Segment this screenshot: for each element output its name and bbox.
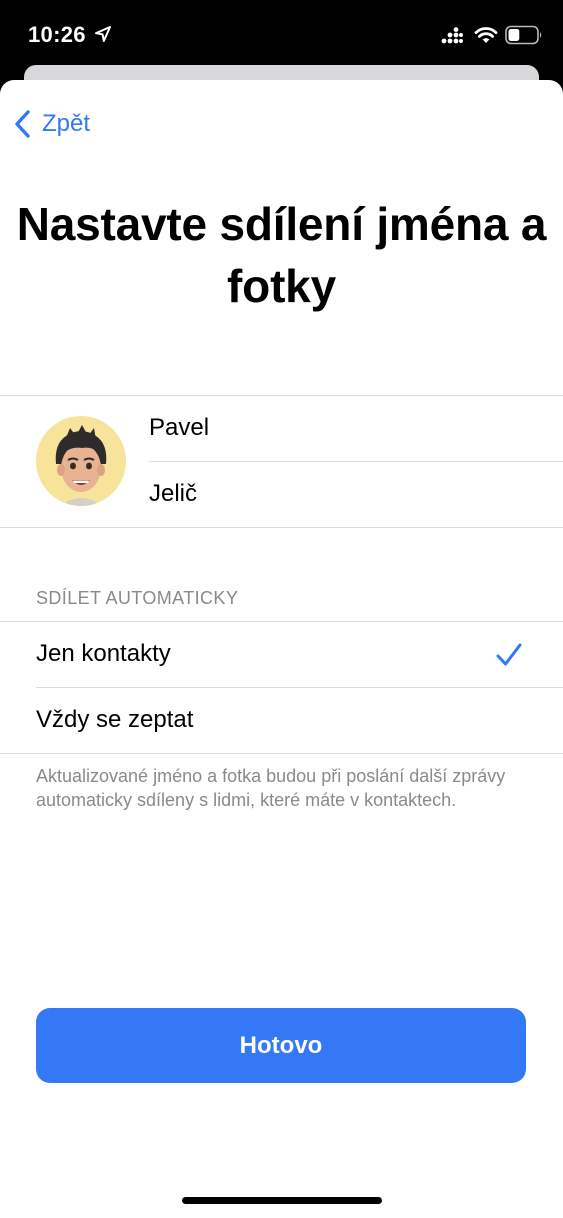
- option-always-ask[interactable]: Vždy se zeptat: [0, 688, 563, 752]
- status-time: 10:26: [28, 22, 86, 47]
- modal-sheet: Zpět Nastavte sdílení jména a fotky Pave…: [0, 80, 563, 1218]
- checkmark-icon: [496, 643, 522, 666]
- divider: [0, 527, 563, 528]
- first-name-field[interactable]: Pavel: [149, 413, 549, 443]
- option-label: Vždy se zeptat: [36, 706, 194, 733]
- signal-icon: [441, 27, 463, 44]
- back-button-label: Zpět: [42, 110, 91, 137]
- section-footer-note: Aktualizované jméno a fotka budou při po…: [36, 766, 506, 810]
- divider: [0, 395, 563, 396]
- memoji-avatar-icon: [55, 425, 107, 506]
- divider: [0, 753, 563, 754]
- done-button[interactable]: Hotovo: [36, 1008, 526, 1083]
- option-contacts-only[interactable]: Jen kontakty: [0, 622, 563, 686]
- location-arrow-icon: [95, 26, 111, 42]
- option-label: Jen kontakty: [36, 640, 171, 667]
- wifi-icon: [474, 27, 498, 43]
- divider: [149, 461, 563, 462]
- section-header: SDÍLET AUTOMATICKY: [36, 588, 239, 608]
- page-title: Nastavte sdílení jména a fotky: [16, 198, 547, 312]
- last-name-field[interactable]: Jelič: [149, 479, 549, 509]
- avatar[interactable]: [36, 416, 126, 506]
- back-button[interactable]: Zpět: [12, 108, 90, 140]
- status-bar: 10:26: [0, 0, 563, 66]
- battery-icon: [505, 25, 542, 45]
- chevron-left-icon: [15, 110, 30, 138]
- home-indicator[interactable]: [182, 1197, 382, 1204]
